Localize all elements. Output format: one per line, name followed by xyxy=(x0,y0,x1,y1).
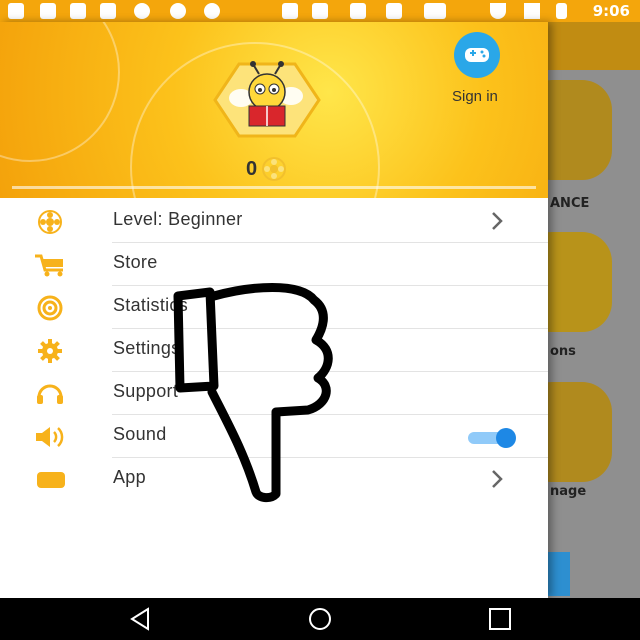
background-app: ANCE ons nage xyxy=(548,22,640,598)
background-label: nage xyxy=(550,484,587,499)
stat-icon xyxy=(204,3,220,19)
headset-icon xyxy=(37,384,63,404)
menu-label: Settings xyxy=(113,338,181,358)
mascot-icon xyxy=(312,3,328,19)
wifi-icon xyxy=(490,3,506,19)
menu-item-level[interactable]: Level: Beginner xyxy=(0,200,548,243)
menu-item-statistics[interactable]: Statistics xyxy=(0,286,548,329)
navigation-drawer: Sign in 0 Level: Beginner Store Statisti… xyxy=(0,22,548,598)
status-time: 9:06 xyxy=(592,2,630,20)
mascot-icon xyxy=(386,3,402,19)
stat-icon xyxy=(134,3,150,19)
speaker-icon xyxy=(36,427,64,447)
background-card[interactable] xyxy=(548,80,612,180)
menu-label: Store xyxy=(113,252,158,272)
back-icon[interactable] xyxy=(126,606,156,632)
esc-icon xyxy=(424,3,446,19)
menu-label: Level: Beginner xyxy=(113,209,243,229)
home-icon[interactable] xyxy=(305,606,335,632)
menu-item-support[interactable]: Support xyxy=(0,372,548,415)
app-icon xyxy=(37,472,65,488)
menu-item-sound[interactable]: Sound xyxy=(0,415,548,458)
background-toolbar xyxy=(548,22,640,70)
ad-banner[interactable] xyxy=(548,552,570,596)
menu-label: App xyxy=(113,467,146,487)
recents-icon[interactable] xyxy=(485,606,515,632)
sign-in-label: Sign in xyxy=(452,88,498,105)
menu-label: Statistics xyxy=(113,295,189,315)
sign-in-button[interactable]: Sign in xyxy=(452,32,528,112)
menu-item-settings[interactable]: Settings xyxy=(0,329,548,372)
cart-icon xyxy=(35,254,63,277)
linkedin-icon xyxy=(350,3,366,19)
gamepad-icon xyxy=(454,32,500,78)
gear-icon xyxy=(38,339,62,363)
coin-counter: 0 xyxy=(246,156,287,182)
sound-toggle[interactable] xyxy=(466,427,520,449)
menu-item-store[interactable]: Store xyxy=(0,243,548,286)
status-bar: 9:06 xyxy=(0,0,640,22)
chat-icon xyxy=(8,3,24,19)
chevron-right-icon xyxy=(492,212,503,230)
signal-icon xyxy=(524,3,540,19)
stat-icon xyxy=(170,3,186,19)
flower-icon xyxy=(262,157,287,181)
background-card[interactable] xyxy=(548,382,612,482)
coin-count: 0 xyxy=(246,157,258,180)
flower-icon xyxy=(38,210,62,234)
background-card[interactable] xyxy=(548,232,612,332)
navigation-bar xyxy=(0,598,640,640)
chevron-right-icon xyxy=(492,470,503,488)
drawer-header: Sign in 0 xyxy=(0,22,548,198)
battery-icon xyxy=(556,3,567,19)
level-progress-bar xyxy=(12,186,536,189)
background-label: ons xyxy=(550,344,576,359)
decorative-ring xyxy=(0,22,120,162)
bee-mascot-icon xyxy=(213,61,321,138)
menu-item-app[interactable]: App xyxy=(0,458,548,501)
drawer-menu: Level: Beginner Store Statistics Setting… xyxy=(0,200,548,501)
facebook-icon xyxy=(100,3,116,19)
menu-label: Sound xyxy=(113,424,167,444)
background-label: ANCE xyxy=(550,196,590,211)
menu-label: Support xyxy=(113,381,179,401)
facebook-icon xyxy=(40,3,56,19)
target-icon xyxy=(37,295,63,321)
gmail-icon xyxy=(70,3,86,19)
sd-card-icon xyxy=(282,3,298,19)
